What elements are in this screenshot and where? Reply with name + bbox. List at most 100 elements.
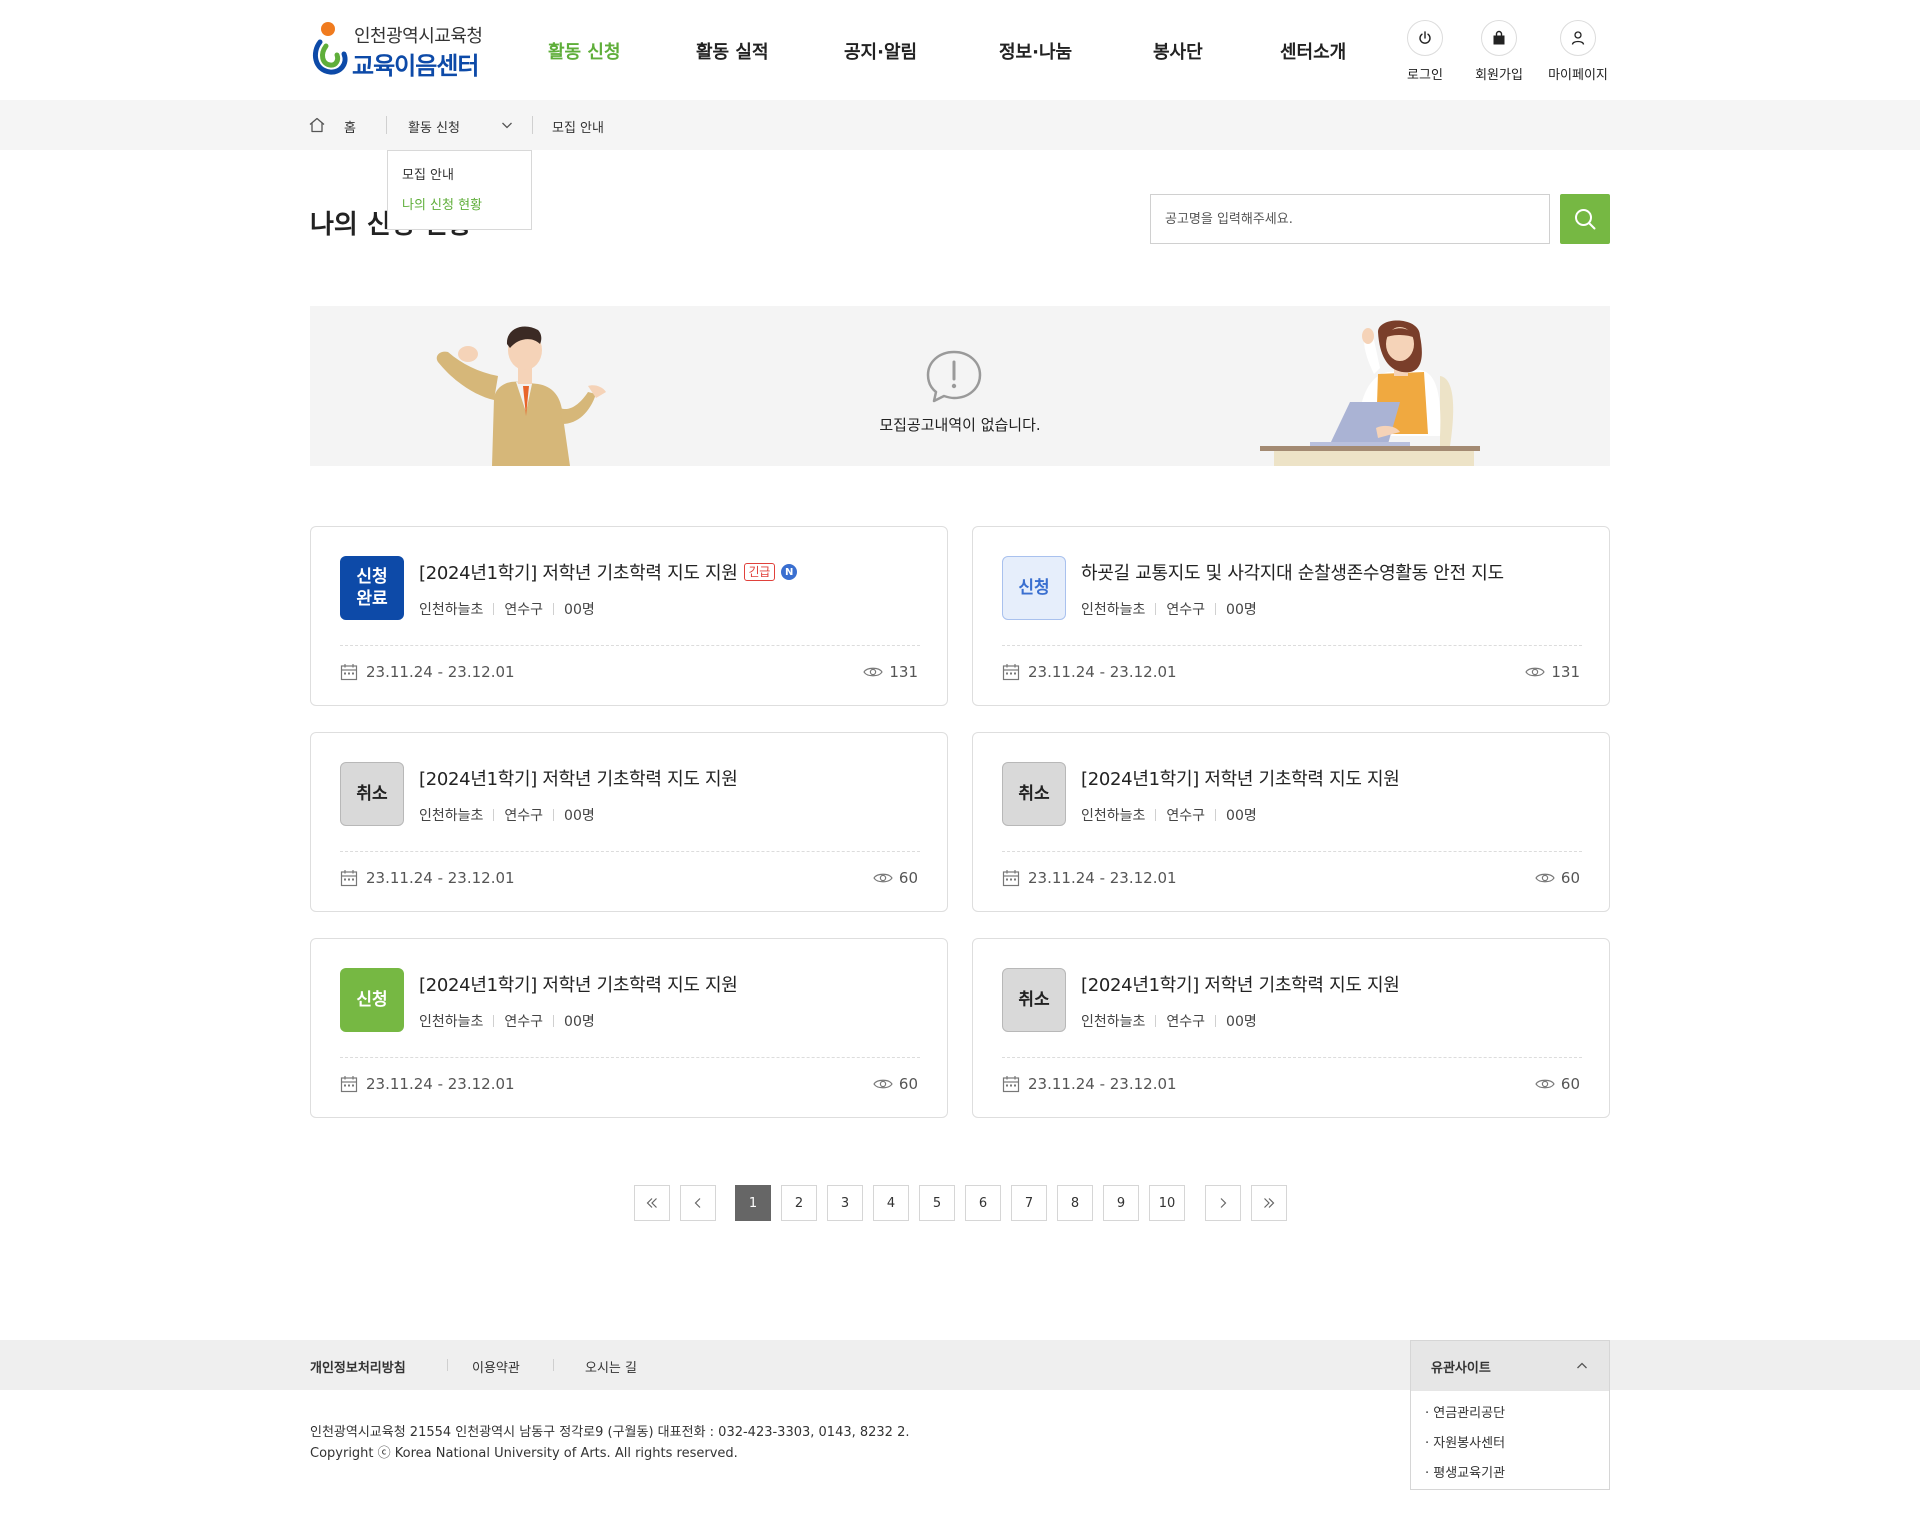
card-school: 인천하늘초: [419, 808, 484, 824]
footer-divider: [447, 1359, 448, 1371]
card-divider: [340, 851, 920, 852]
page-button[interactable]: 7: [1011, 1185, 1047, 1221]
status-badge: 신청 완료: [340, 556, 404, 620]
double-chevron-right-icon: [1264, 1198, 1275, 1208]
search-icon: [1575, 209, 1596, 230]
family-site-item[interactable]: · 자원봉사센터: [1425, 1429, 1595, 1459]
login-button[interactable]: 로그인: [1390, 20, 1460, 83]
nav-info-share[interactable]: 정보·나눔: [999, 38, 1072, 64]
page-button[interactable]: 9: [1103, 1185, 1139, 1221]
card-district: 연수구: [1166, 808, 1206, 824]
recruit-card[interactable]: 취소 [2024년1학기] 저학년 기초학력 지도 지원 인천하늘초 연수구 0…: [310, 732, 948, 912]
status-badge: 신청: [340, 968, 404, 1032]
login-label: 로그인: [1407, 68, 1443, 83]
card-views: 60: [873, 869, 918, 887]
family-site-toggle[interactable]: 유관사이트: [1411, 1341, 1609, 1391]
card-meta: 인천하늘초 연수구 00명: [1081, 1011, 1257, 1031]
status-badge: 취소: [340, 762, 404, 826]
breadcrumb-depth1[interactable]: 활동 신청: [408, 117, 460, 136]
card-title: [2024년1학기] 저학년 기초학력 지도 지원: [1081, 769, 1400, 790]
footer-directions-link[interactable]: 오시는 길: [585, 1357, 637, 1376]
page-button[interactable]: 6: [965, 1185, 1001, 1221]
card-date: 23.11.24 - 23.12.01: [340, 869, 515, 887]
chevron-down-icon[interactable]: [500, 118, 514, 132]
card-school: 인천하늘초: [419, 1014, 484, 1030]
calendar-icon: [340, 1076, 358, 1093]
card-count: 00명: [1226, 602, 1257, 618]
card-count: 00명: [1226, 808, 1257, 824]
search-button[interactable]: [1560, 194, 1610, 244]
last-page-button[interactable]: [1251, 1185, 1287, 1221]
eye-icon: [863, 667, 884, 677]
family-site-item[interactable]: · 평생교육기관: [1425, 1459, 1595, 1489]
home-icon[interactable]: [308, 116, 326, 134]
card-count: 00명: [1226, 1014, 1257, 1030]
page-button[interactable]: 5: [919, 1185, 955, 1221]
recruit-card[interactable]: 신청 완료 [2024년1학기] 저학년 기초학력 지도 지원 긴급 N 인천하…: [310, 526, 948, 706]
card-school: 인천하늘초: [1081, 1014, 1146, 1030]
card-district: 연수구: [504, 1014, 544, 1030]
meta-divider: [493, 809, 495, 821]
footer-privacy-link[interactable]: 개인정보처리방침: [310, 1357, 406, 1376]
page-button[interactable]: 4: [873, 1185, 909, 1221]
dropdown-item-my-apply[interactable]: 나의 신청 현황: [402, 195, 517, 225]
footer-copyright: Copyright ⓒ Korea National University of…: [310, 1446, 738, 1461]
eye-icon: [1535, 873, 1555, 883]
meta-divider: [1155, 603, 1157, 615]
page-button[interactable]: 1: [735, 1185, 771, 1221]
status-badge: 취소: [1002, 762, 1066, 826]
logo-emblem-icon: [312, 22, 348, 75]
first-page-button[interactable]: [634, 1185, 670, 1221]
nav-activity-record[interactable]: 활동 실적: [696, 38, 769, 64]
meta-divider: [1155, 809, 1157, 821]
nav-notice[interactable]: 공지·알림: [844, 38, 917, 64]
card-title: [2024년1학기] 저학년 기초학력 지도 지원: [419, 563, 738, 584]
footer-terms-link[interactable]: 이용약관: [472, 1357, 520, 1376]
recruit-card[interactable]: 신청 [2024년1학기] 저학년 기초학력 지도 지원 인천하늘초 연수구 0…: [310, 938, 948, 1118]
card-date: 23.11.24 - 23.12.01: [1002, 869, 1177, 887]
card-views: 60: [1535, 1075, 1580, 1093]
page-button[interactable]: 8: [1057, 1185, 1093, 1221]
dropdown-item-recruit[interactable]: 모집 안내: [402, 165, 517, 195]
nav-center-intro[interactable]: 센터소개: [1280, 38, 1346, 64]
family-site-title: 유관사이트: [1431, 1360, 1491, 1376]
recruit-card[interactable]: 취소 [2024년1학기] 저학년 기초학력 지도 지원 인천하늘초 연수구 0…: [972, 938, 1610, 1118]
page-button[interactable]: 3: [827, 1185, 863, 1221]
breadcrumb-depth2[interactable]: 모집 안내: [552, 117, 604, 136]
card-meta: 인천하늘초 연수구 00명: [1081, 599, 1257, 619]
meta-divider: [1215, 603, 1217, 615]
mypage-button[interactable]: 마이페이지: [1543, 20, 1613, 83]
card-views-count: 60: [898, 1075, 918, 1093]
card-title-row: [2024년1학기] 저학년 기초학력 지도 지원: [1081, 971, 1400, 997]
meta-divider: [1155, 1015, 1157, 1027]
card-district: 연수구: [504, 808, 544, 824]
exclamation-bubble-icon: [926, 350, 982, 403]
search-input[interactable]: [1151, 195, 1549, 243]
recruit-card[interactable]: 신청 하굣길 교통지도 및 사각지대 순찰생존수영활동 안전 지도 인천하늘초 …: [972, 526, 1610, 706]
next-page-button[interactable]: [1205, 1185, 1241, 1221]
recruit-card[interactable]: 취소 [2024년1학기] 저학년 기초학력 지도 지원 인천하늘초 연수구 0…: [972, 732, 1610, 912]
card-views: 131: [1525, 663, 1580, 681]
meta-divider: [1215, 1015, 1217, 1027]
card-count: 00명: [564, 602, 595, 618]
card-views-count: 60: [1560, 869, 1580, 887]
man-illustration: [436, 326, 606, 466]
family-site-item[interactable]: · 연금관리공단: [1425, 1399, 1595, 1429]
nav-volunteer[interactable]: 봉사단: [1153, 38, 1203, 64]
card-date: 23.11.24 - 23.12.01: [340, 1075, 515, 1093]
prev-page-button[interactable]: [680, 1185, 716, 1221]
woman-illustration: [1260, 320, 1480, 466]
page-button[interactable]: 2: [781, 1185, 817, 1221]
card-divider: [340, 1057, 920, 1058]
eye-icon: [1525, 667, 1546, 677]
card-meta: 인천하늘초 연수구 00명: [1081, 805, 1257, 825]
breadcrumb-home[interactable]: 홈: [344, 117, 356, 136]
card-meta: 인천하늘초 연수구 00명: [419, 599, 595, 619]
card-views-count: 131: [889, 663, 918, 681]
family-site-list: · 연금관리공단 · 자원봉사센터 · 평생교육기관: [1411, 1391, 1609, 1497]
site-logo[interactable]: 인천광역시교육청 교육이음센터: [310, 20, 490, 80]
nav-activity-apply[interactable]: 활동 신청: [548, 38, 621, 64]
join-button[interactable]: 회원가입: [1464, 20, 1534, 83]
card-divider: [1002, 1057, 1582, 1058]
page-button[interactable]: 10: [1149, 1185, 1185, 1221]
